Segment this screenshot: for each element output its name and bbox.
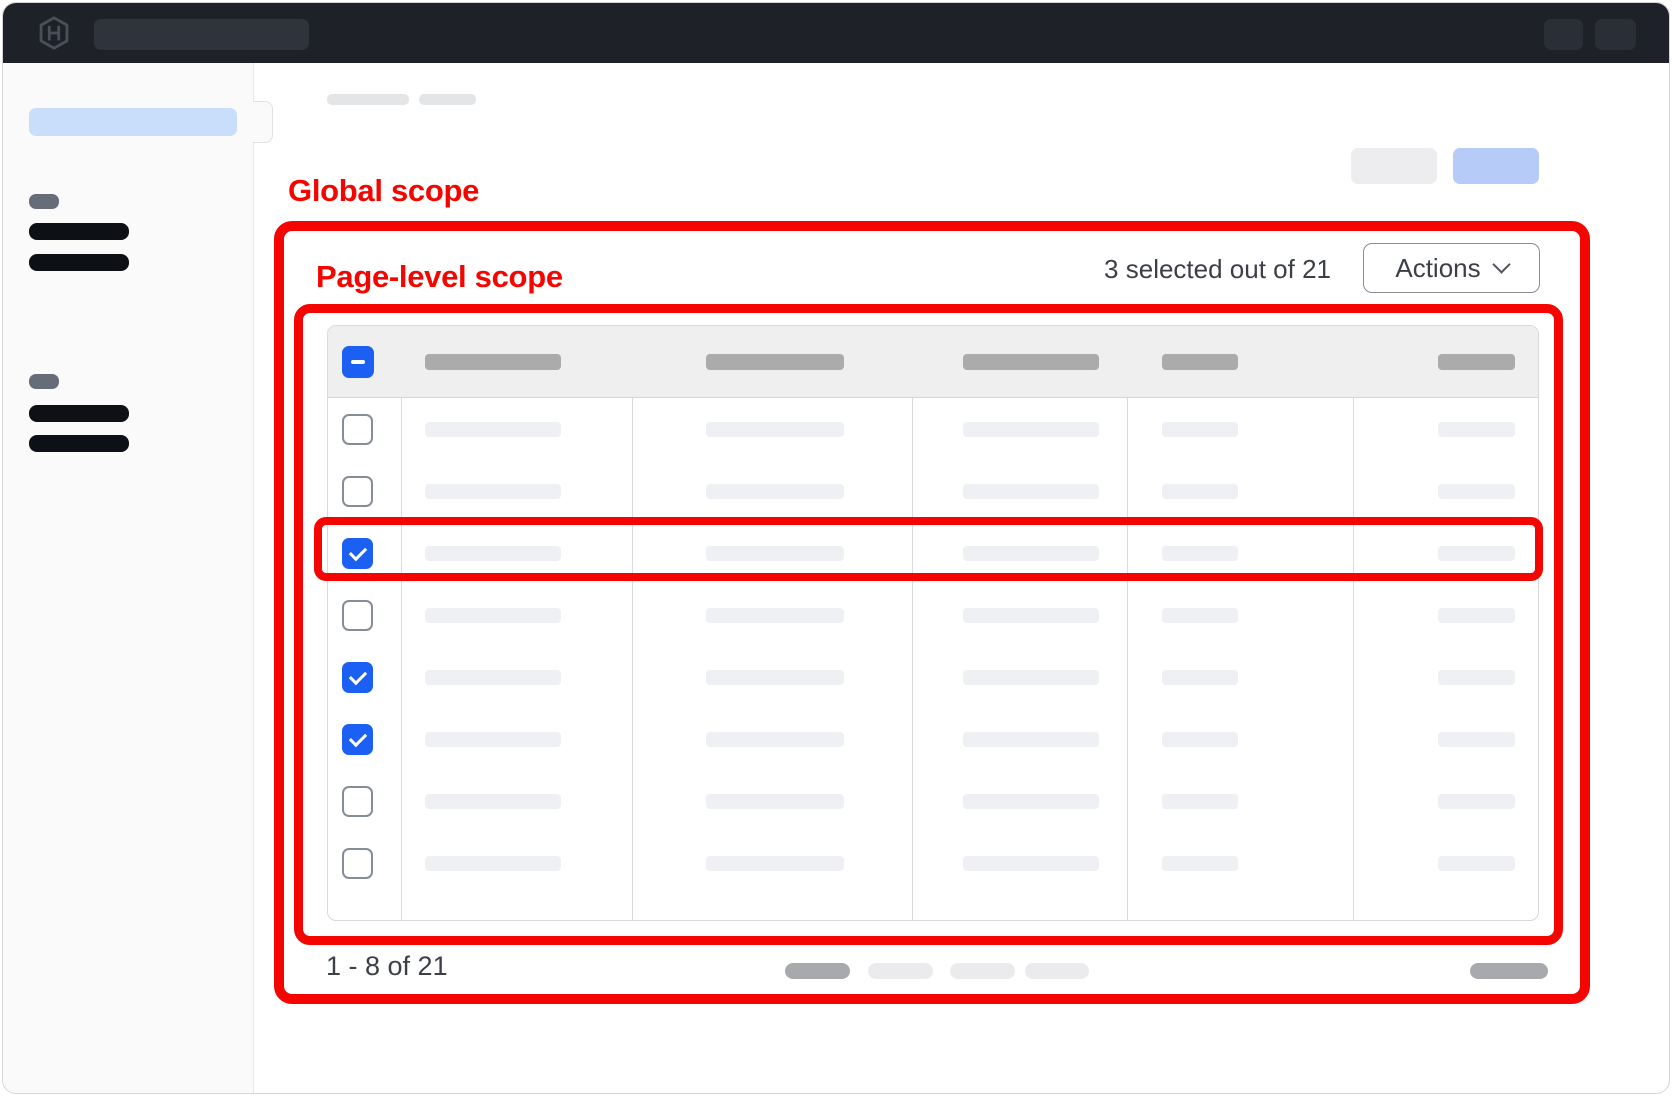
topbar-action-skeleton-2[interactable] [1595, 19, 1636, 50]
top-navigation-bar [3, 3, 1670, 63]
breadcrumb-segment-skeleton[interactable] [419, 94, 476, 105]
global-search-skeleton[interactable] [94, 19, 309, 50]
sidebar-active-item-skeleton[interactable] [29, 108, 237, 136]
pagination-control-skeleton[interactable] [950, 963, 1015, 979]
sidebar [3, 63, 254, 1094]
pagination-control-skeleton[interactable] [1025, 963, 1089, 979]
breadcrumb-segment-skeleton[interactable] [327, 94, 409, 105]
sidebar-nav-item-skeleton[interactable] [29, 223, 129, 240]
primary-button-skeleton[interactable] [1453, 148, 1539, 184]
pagination-control-skeleton[interactable] [785, 963, 850, 979]
app-window: Global scope Page-level scope Row-level … [2, 2, 1670, 1094]
pagination-range-text: 1 - 8 of 21 [326, 951, 448, 982]
sidebar-collapse-handle[interactable] [253, 101, 273, 143]
row-scope-annotation-box [314, 517, 1543, 581]
sidebar-group-label-skeleton-1 [29, 194, 59, 209]
secondary-button-skeleton[interactable] [1351, 148, 1437, 184]
hashicorp-logo-icon [36, 15, 72, 51]
pagination-control-skeleton[interactable] [868, 963, 933, 979]
global-scope-label: Global scope [288, 173, 479, 209]
page-size-selector-skeleton[interactable] [1470, 963, 1548, 979]
topbar-action-skeleton-1[interactable] [1544, 19, 1583, 50]
sidebar-nav-item-skeleton[interactable] [29, 254, 129, 271]
page-scope-annotation-box [294, 304, 1563, 945]
sidebar-nav-item-skeleton[interactable] [29, 405, 129, 422]
sidebar-nav-item-skeleton[interactable] [29, 435, 129, 452]
sidebar-group-label-skeleton-2 [29, 374, 59, 389]
